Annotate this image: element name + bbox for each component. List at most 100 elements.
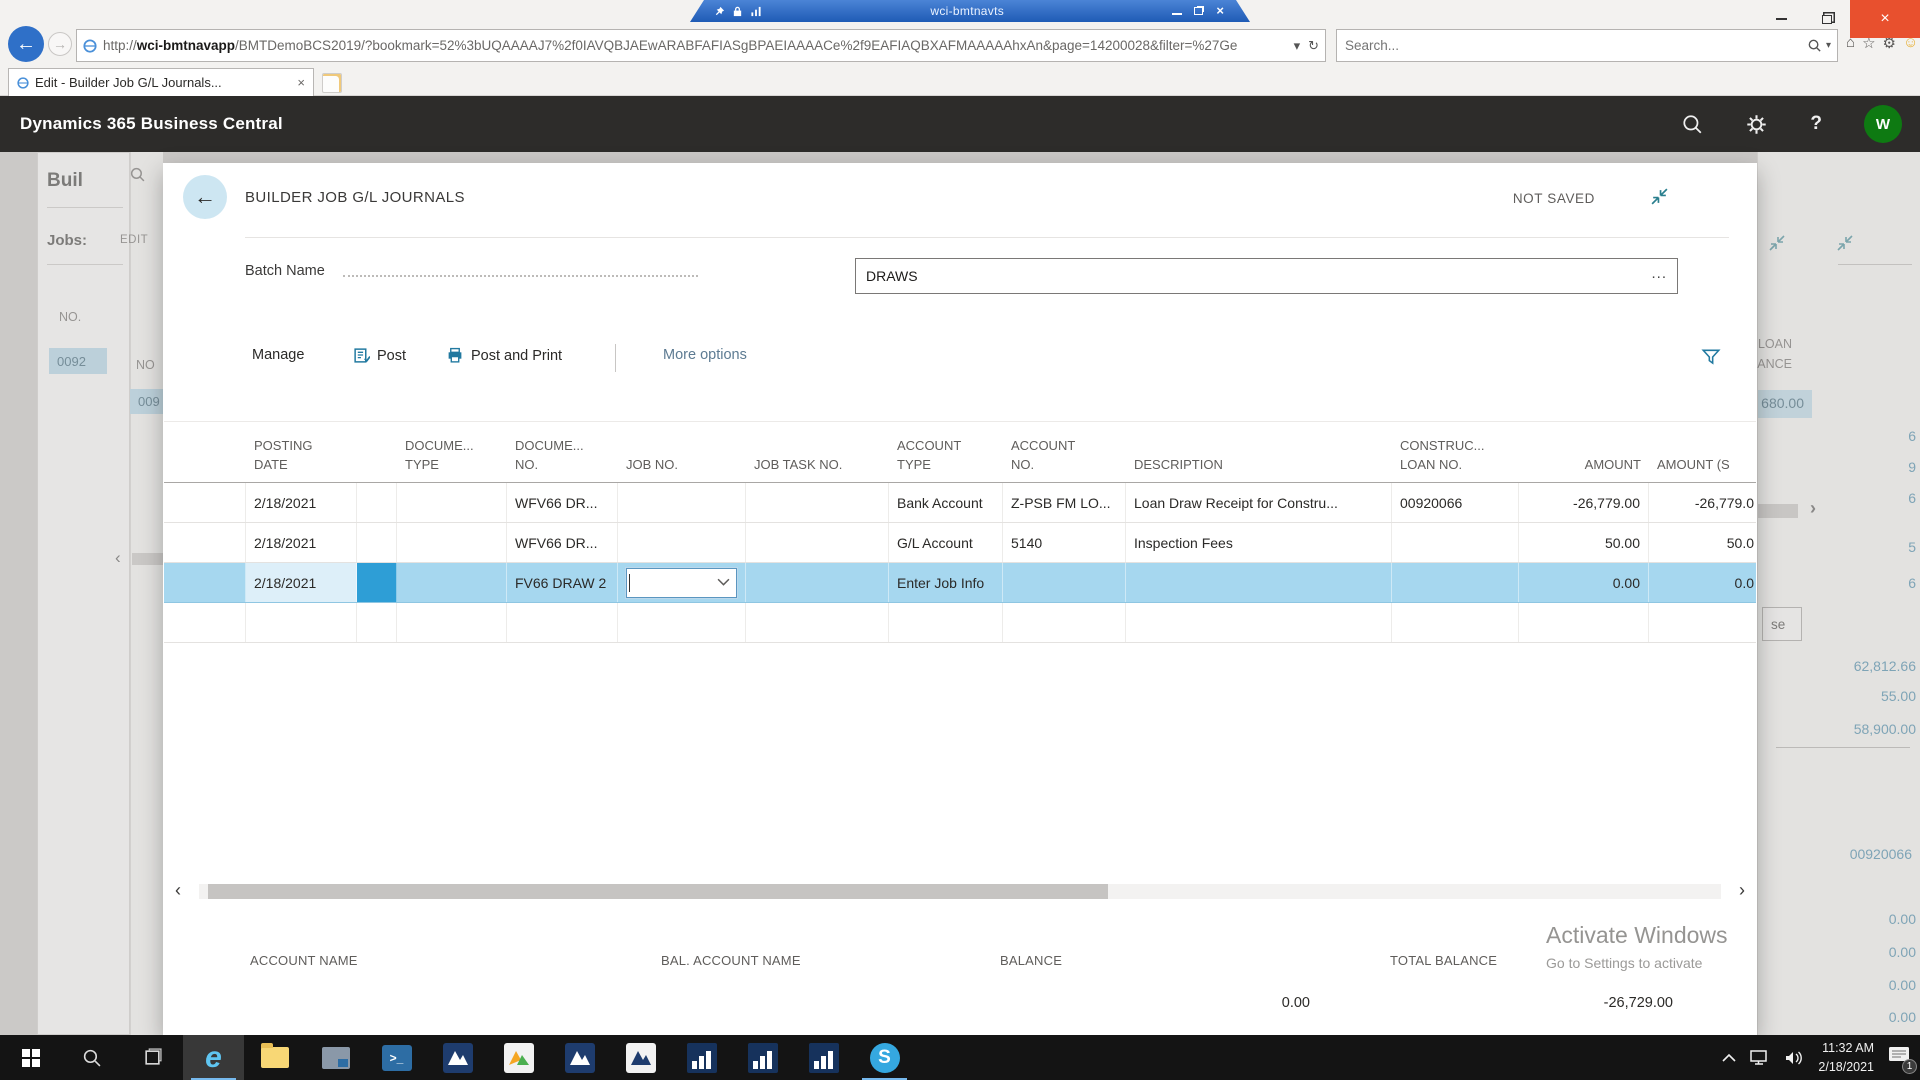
batch-name-field[interactable]: ...: [855, 258, 1678, 294]
browser-restore-button[interactable]: [1804, 0, 1850, 38]
taskbar-ie-icon[interactable]: e: [183, 1035, 244, 1080]
cell-posting-date[interactable]: 2/18/2021: [246, 523, 357, 562]
cell-amount-lcy[interactable]: 0.0: [1649, 563, 1756, 602]
col-amount-lcy[interactable]: AMOUNT (S: [1649, 456, 1756, 482]
refresh-icon[interactable]: ↻: [1308, 38, 1319, 54]
help-icon[interactable]: ?: [1810, 113, 1822, 135]
col-job-task-no[interactable]: JOB TASK NO.: [746, 456, 889, 482]
batch-name-assist-button[interactable]: ...: [1651, 265, 1677, 288]
cell-document-type[interactable]: [397, 563, 507, 602]
cell-document-no[interactable]: WFV66 DR...: [507, 523, 618, 562]
cell-account-no[interactable]: 5140: [1003, 523, 1126, 562]
cell-job-no[interactable]: [618, 483, 746, 522]
cell-amount[interactable]: 0.00: [1519, 563, 1649, 602]
cell-document-no[interactable]: WFV66 DR...: [507, 483, 618, 522]
cell-document-no[interactable]: FV66 DRAW 2: [507, 563, 618, 602]
cell-amount-lcy[interactable]: -26,779.0: [1649, 483, 1756, 522]
more-options-button[interactable]: More options: [663, 347, 747, 363]
taskbar-file-explorer-icon[interactable]: [244, 1035, 305, 1080]
manage-button[interactable]: Manage: [252, 347, 304, 363]
browser-minimize-button[interactable]: [1758, 0, 1804, 38]
search-icon[interactable]: [1807, 38, 1822, 53]
app-gear-icon[interactable]: [1745, 113, 1768, 136]
post-button[interactable]: Post: [353, 347, 406, 364]
tray-chevron-up-icon[interactable]: [1722, 1053, 1736, 1063]
taskbar-dynamics-icon[interactable]: [488, 1035, 549, 1080]
taskbar-report-chart-icon[interactable]: [793, 1035, 854, 1080]
taskbar-clock[interactable]: 11:32 AM 2/18/2021: [1818, 1039, 1874, 1075]
taskbar-report-chart-icon[interactable]: [671, 1035, 732, 1080]
scroll-left-icon[interactable]: ‹: [175, 880, 181, 901]
chevron-down-icon[interactable]: [717, 578, 730, 587]
cell-amount[interactable]: -26,779.00: [1519, 483, 1649, 522]
cell-construction-loan-no[interactable]: [1392, 523, 1519, 562]
col-account-type[interactable]: ACCOUNT TYPE: [889, 437, 1003, 482]
taskbar-skype-icon[interactable]: S: [854, 1035, 915, 1080]
cell-job-no[interactable]: [618, 563, 746, 602]
col-construction-loan-no[interactable]: CONSTRUC... LOAN NO.: [1392, 437, 1519, 482]
cell-amount[interactable]: 50.00: [1519, 523, 1649, 562]
cell-account-type[interactable]: Bank Account: [889, 483, 1003, 522]
rdp-pin-icon[interactable]: [714, 6, 725, 17]
col-account-no[interactable]: ACCOUNT NO.: [1003, 437, 1126, 482]
rdp-close-button[interactable]: ×: [1216, 6, 1224, 16]
col-document-type[interactable]: DOCUME... TYPE: [397, 437, 507, 482]
cell-description[interactable]: Inspection Fees: [1126, 523, 1392, 562]
taskbar-dynamics-nav-icon[interactable]: [610, 1035, 671, 1080]
cell-posting-date[interactable]: 2/18/2021: [246, 483, 357, 522]
browser-tab[interactable]: Edit - Builder Job G/L Journals... ×: [8, 68, 314, 96]
cell-document-type[interactable]: [397, 523, 507, 562]
forward-button[interactable]: →: [48, 32, 72, 56]
task-view-icon[interactable]: [122, 1035, 183, 1080]
table-row-empty[interactable]: [164, 603, 1756, 643]
cell-description[interactable]: [1126, 563, 1392, 602]
cell-construction-loan-no[interactable]: 00920066: [1392, 483, 1519, 522]
cell-document-type[interactable]: [397, 483, 507, 522]
taskbar-report-chart-icon[interactable]: [732, 1035, 793, 1080]
col-document-no[interactable]: DOCUME... NO.: [507, 437, 618, 482]
selected-row-indicator[interactable]: [357, 563, 397, 602]
filter-icon[interactable]: [1701, 347, 1721, 367]
rdp-restore-button[interactable]: [1194, 6, 1206, 16]
cell-description[interactable]: Loan Draw Receipt for Constru...: [1126, 483, 1392, 522]
cell-account-type[interactable]: Enter Job Info: [889, 563, 1003, 602]
scrollbar-thumb[interactable]: [208, 884, 1108, 899]
url-dropdown-icon[interactable]: ▾: [1294, 38, 1301, 54]
cell-job-task-no[interactable]: [746, 483, 889, 522]
cell-job-task-no[interactable]: [746, 563, 889, 602]
browser-close-button[interactable]: ×: [1850, 0, 1920, 38]
cell-job-no[interactable]: [618, 523, 746, 562]
tab-close-icon[interactable]: ×: [297, 75, 305, 90]
address-bar[interactable]: http://wci-bmtnavapp/BMTDemoBCS2019/?boo…: [76, 29, 1326, 62]
col-posting-date[interactable]: POSTING DATE: [246, 437, 357, 482]
table-row-selected[interactable]: 2/18/2021 FV66 DRAW 2 Enter Job Info 0.0…: [164, 563, 1756, 603]
taskbar-dynamics-nav-icon[interactable]: [549, 1035, 610, 1080]
volume-icon[interactable]: [1784, 1050, 1804, 1066]
cell-construction-loan-no[interactable]: [1392, 563, 1519, 602]
table-row[interactable]: 2/18/2021 WFV66 DR... Bank Account Z-PSB…: [164, 483, 1756, 523]
post-and-print-button[interactable]: Post and Print: [446, 347, 562, 364]
taskbar-dynamics-nav-icon[interactable]: [427, 1035, 488, 1080]
search-dropdown-icon[interactable]: ▾: [1826, 40, 1831, 51]
back-button[interactable]: ←: [8, 26, 44, 62]
cell-job-task-no[interactable]: [746, 523, 889, 562]
user-avatar[interactable]: W: [1864, 105, 1902, 143]
dialog-collapse-icon[interactable]: [1650, 187, 1669, 206]
table-row[interactable]: 2/18/2021 WFV66 DR... G/L Account 5140 I…: [164, 523, 1756, 563]
cell-account-type[interactable]: G/L Account: [889, 523, 1003, 562]
network-icon[interactable]: [1750, 1050, 1770, 1066]
col-amount[interactable]: AMOUNT: [1519, 456, 1649, 482]
job-no-combobox[interactable]: [626, 568, 737, 598]
search-input[interactable]: [1337, 38, 1807, 53]
cell-posting-date[interactable]: 2/18/2021: [246, 563, 357, 602]
rdp-minimize-button[interactable]: [1172, 6, 1184, 16]
cell-account-no[interactable]: Z-PSB FM LO...: [1003, 483, 1126, 522]
col-description[interactable]: DESCRIPTION: [1126, 456, 1392, 482]
col-job-no[interactable]: JOB NO.: [618, 456, 746, 482]
batch-name-input[interactable]: [856, 268, 1651, 284]
dialog-back-button[interactable]: ←: [183, 175, 227, 219]
cell-amount-lcy[interactable]: 50.0: [1649, 523, 1756, 562]
start-button[interactable]: [0, 1035, 61, 1080]
taskbar-powershell-icon[interactable]: >_: [366, 1035, 427, 1080]
cell-account-no[interactable]: [1003, 563, 1126, 602]
